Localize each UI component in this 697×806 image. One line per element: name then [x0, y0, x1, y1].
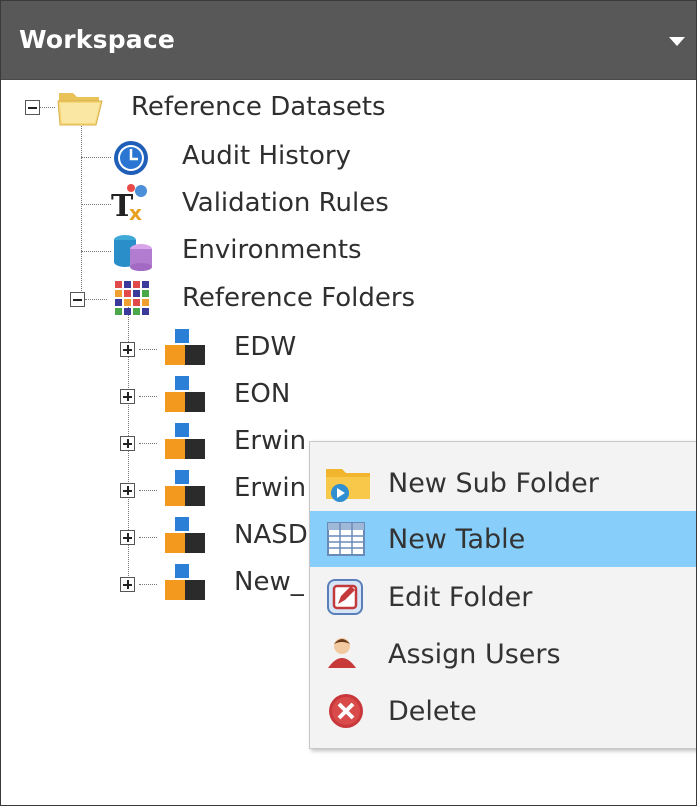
reference-folder-icon — [165, 329, 205, 365]
workspace-panel: Workspace Reference Datasets Audit Histo… — [0, 0, 697, 806]
svg-text:x: x — [129, 201, 142, 223]
tree-node-folder[interactable]: New_ — [234, 562, 304, 602]
tree-connector — [81, 121, 82, 301]
collapse-toggle-icon[interactable] — [25, 100, 40, 115]
context-menu: New Sub Folder New Table Edit Folder Ass… — [309, 441, 696, 749]
tree-node-folder[interactable]: Erwin — [234, 468, 306, 508]
expand-toggle-icon[interactable] — [120, 389, 135, 404]
reference-folder-icon — [165, 470, 205, 506]
collapse-caret-icon[interactable] — [669, 37, 685, 46]
tree-connector — [139, 349, 157, 350]
tree-connector — [81, 157, 111, 158]
tree-connector — [85, 299, 107, 300]
tree-connector — [81, 204, 111, 205]
collapse-toggle-icon[interactable] — [70, 292, 85, 307]
expand-toggle-icon[interactable] — [120, 483, 135, 498]
user-icon — [328, 638, 356, 668]
delete-icon — [329, 694, 363, 728]
menu-item-label: Assign Users — [388, 638, 561, 670]
tree-connector — [139, 396, 157, 397]
open-folder-icon — [57, 93, 103, 126]
tree-node-audit-history[interactable]: Audit History — [182, 136, 351, 176]
tree-node-folder[interactable]: Erwin — [234, 421, 306, 461]
expand-toggle-icon[interactable] — [120, 342, 135, 357]
reference-folder-icon — [165, 517, 205, 553]
tree-node-label: Reference Datasets — [131, 92, 386, 122]
tree-connector — [139, 537, 157, 538]
menu-item-edit-folder[interactable]: Edit Folder — [310, 569, 696, 625]
tree-node-label: Erwin — [234, 426, 307, 456]
tree-node-folder[interactable]: EDW — [234, 327, 296, 367]
tree-node-label: Validation Rules — [182, 188, 389, 218]
tree-connector — [39, 107, 55, 108]
panel-title: Workspace — [19, 25, 176, 54]
menu-item-assign-users[interactable]: Assign Users — [310, 626, 696, 682]
tree-connector — [81, 251, 111, 252]
folder-play-icon — [326, 469, 370, 502]
tree-node-label: Environments — [182, 235, 362, 265]
tree-node-label: Erwin — [234, 473, 307, 503]
reference-folder-icon — [165, 423, 205, 459]
expand-toggle-icon[interactable] — [120, 577, 135, 592]
table-icon — [327, 522, 365, 556]
validation-rules-icon: T x — [111, 184, 147, 223]
tree-node-validation-rules[interactable]: Validation Rules — [182, 183, 389, 223]
tree-node-reference-folders[interactable]: Reference Folders — [182, 278, 415, 318]
tree-node-label: Audit History — [182, 141, 351, 171]
tree-connector — [139, 490, 157, 491]
tree-connector — [139, 443, 157, 444]
clock-icon — [114, 141, 148, 175]
tree-node-label: EDW — [234, 332, 297, 362]
menu-item-new-sub-folder[interactable]: New Sub Folder — [310, 455, 696, 511]
tree-node-folder[interactable]: EON — [234, 374, 290, 414]
database-icon — [114, 235, 152, 271]
tree-node-reference-datasets[interactable]: Reference Datasets — [131, 87, 386, 127]
menu-item-label: New Sub Folder — [388, 467, 599, 499]
tree-node-label: NASD — [234, 520, 308, 550]
reference-folder-icon — [165, 564, 205, 600]
tree-connector — [139, 584, 157, 585]
tree-node-label: Reference Folders — [182, 283, 416, 313]
grid-folder-icon — [115, 281, 149, 315]
edit-icon — [327, 579, 363, 615]
menu-item-new-table[interactable]: New Table — [310, 511, 696, 567]
reference-folder-icon — [165, 376, 205, 412]
tree-node-environments[interactable]: Environments — [182, 230, 362, 270]
menu-item-label: Delete — [388, 695, 477, 727]
menu-item-label: New Table — [388, 523, 526, 555]
menu-item-label: Edit Folder — [388, 581, 533, 613]
menu-item-delete[interactable]: Delete — [310, 683, 696, 739]
panel-header: Workspace — [1, 1, 696, 80]
tree-node-folder[interactable]: NASD — [234, 515, 308, 555]
expand-toggle-icon[interactable] — [120, 436, 135, 451]
tree-node-label: New_ — [234, 567, 304, 597]
tree-node-label: EON — [234, 379, 291, 409]
expand-toggle-icon[interactable] — [120, 530, 135, 545]
